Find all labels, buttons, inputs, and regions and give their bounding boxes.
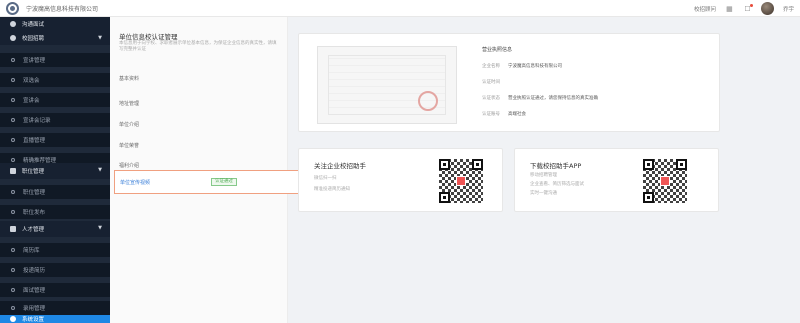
header-actions: 校招顾问 ▦ ☐ 乔宇 bbox=[694, 0, 794, 17]
grid-icon[interactable]: ▦ bbox=[725, 4, 734, 13]
nav-basic-info[interactable]: 基本资料 bbox=[119, 75, 139, 82]
bell-icon[interactable]: ☐ bbox=[743, 4, 753, 13]
user-name[interactable]: 乔宇 bbox=[783, 5, 794, 13]
sidebar-item-label: 职位管理 bbox=[22, 169, 45, 175]
nav-benefits[interactable]: 福利介绍 bbox=[119, 162, 139, 169]
chevron-down-icon: ▼ bbox=[98, 225, 102, 231]
sidebar-item-label: 职位发布 bbox=[23, 210, 46, 216]
qr-card-line: 实时一键沟通 bbox=[530, 191, 557, 196]
cert-row-account: 认证账号 高端社会 bbox=[482, 111, 526, 117]
sidebar-item-fair[interactable]: 双选会 bbox=[0, 73, 110, 87]
sidebar-item-settings[interactable]: 系统设置 bbox=[0, 315, 110, 323]
sidebar-item-talk[interactable]: 宣讲管理 bbox=[0, 53, 110, 67]
bullet-icon bbox=[11, 98, 15, 102]
certificate-card: 营业执照信息 企业名称 宁波魔高信息科技有限公司 认证时间 认证状态 营业执照认… bbox=[298, 33, 720, 132]
cert-row-time: 认证时间 bbox=[482, 79, 508, 85]
cert-label: 认证状态 bbox=[482, 96, 500, 101]
sidebar-item-resume-pool[interactable]: 简历库 bbox=[0, 243, 110, 257]
sidebar-item-label: 沟通面试 bbox=[22, 22, 45, 28]
company-name: 宁波魔高信息科技有限公司 bbox=[26, 6, 99, 13]
sidebar-item-label: 直播管理 bbox=[23, 138, 46, 144]
chevron-down-icon: ▼ bbox=[98, 167, 102, 173]
qr-code-icon bbox=[439, 159, 483, 203]
cert-info-title: 营业执照信息 bbox=[482, 47, 513, 53]
nav-honors[interactable]: 单位荣誉 bbox=[119, 142, 139, 149]
sidebar-item-seminar[interactable]: 宣讲会 bbox=[0, 93, 110, 107]
sidebar-item-label: 校园招聘 bbox=[22, 36, 45, 42]
chat-icon bbox=[10, 21, 16, 27]
bullet-icon bbox=[11, 306, 15, 310]
nav-company-intro[interactable]: 单位介绍 bbox=[119, 121, 139, 128]
sidebar-item-job-manage[interactable]: 职位管理 bbox=[0, 185, 110, 199]
sidebar-item-label: 职位管理 bbox=[23, 190, 46, 196]
qr-code-icon bbox=[643, 159, 687, 203]
sidebar-item-label: 简历库 bbox=[23, 248, 40, 254]
qr-card-title: 下载校招助手APP bbox=[530, 162, 582, 170]
company-logo-icon[interactable] bbox=[6, 2, 19, 15]
wechat-follow-card: 关注企业校招助手 微信扫一扫 精准投递简历通知 bbox=[298, 148, 503, 212]
sidebar-item-label: 录用管理 bbox=[23, 306, 46, 312]
panel-title: 单位信息校认证管理 bbox=[119, 33, 178, 41]
sidebar-item-label: 宣讲会 bbox=[23, 98, 40, 104]
advisor-link[interactable]: 校招顾问 bbox=[694, 5, 716, 13]
qr-card-line: 移动招聘管理 bbox=[530, 173, 557, 178]
sidebar-item-label: 人才管理 bbox=[22, 227, 45, 233]
sidebar-item-talent[interactable]: 人才管理 ▼ bbox=[0, 221, 110, 237]
qr-card-line: 企业查看、简历筛选与面试 bbox=[530, 182, 584, 187]
sidebar-item-seminar-record[interactable]: 宣讲会记录 bbox=[0, 113, 110, 127]
sidebar-item-jobs[interactable]: 职位管理 ▼ bbox=[0, 163, 110, 179]
sidebar-item-applications[interactable]: 投递简历 bbox=[0, 263, 110, 277]
qr-card-title: 关注企业校招助手 bbox=[314, 162, 366, 170]
cert-value: 营业执照认证通过，请您保持信息的真实准确 bbox=[508, 96, 598, 101]
sidebar-item-label: 面试管理 bbox=[23, 288, 46, 294]
briefcase-icon bbox=[10, 168, 16, 174]
sidebar-item-label: 投递简历 bbox=[23, 268, 46, 274]
bullet-icon bbox=[11, 210, 15, 214]
cert-value: 高端社会 bbox=[508, 112, 526, 117]
bullet-icon bbox=[11, 268, 15, 272]
sidebar-item-label: 宣讲会记录 bbox=[23, 118, 51, 124]
gear-icon bbox=[10, 316, 16, 322]
bullet-icon bbox=[11, 248, 15, 252]
sidebar-item-label: 系统设置 bbox=[22, 317, 45, 323]
sidebar-item-campus[interactable]: 校园招聘 ▼ bbox=[0, 31, 110, 45]
qr-card-line: 精准投递简历通知 bbox=[314, 187, 350, 192]
bullet-icon bbox=[11, 190, 15, 194]
cert-row-status: 认证状态 营业执照认证通过，请您保持信息的真实准确 bbox=[482, 95, 598, 101]
people-icon bbox=[10, 226, 16, 232]
status-badge: 认证通过 bbox=[211, 178, 237, 186]
cert-row-name: 企业名称 宁波魔高信息科技有限公司 bbox=[482, 63, 562, 69]
bullet-icon bbox=[11, 58, 15, 62]
seal-icon bbox=[418, 91, 438, 111]
campus-icon bbox=[10, 35, 16, 41]
sidebar-item-label: 宣讲管理 bbox=[23, 58, 46, 64]
qr-card-line: 微信扫一扫 bbox=[314, 176, 337, 181]
sidebar-item-interviews[interactable]: 面试管理 bbox=[0, 283, 110, 297]
nav-address[interactable]: 地址管理 bbox=[119, 100, 139, 107]
panel-description: 本信息用于向学校、求职者展示单位基本信息，为保证企业信息的真实性，请填写完整并认… bbox=[119, 41, 277, 52]
sidebar: 沟通面试 校园招聘 ▼ 宣讲管理 双选会 宣讲会 宣讲会记录 直播管理 精确推荐… bbox=[0, 17, 110, 323]
nav-promo-video[interactable]: 单位宣传视频 bbox=[120, 179, 150, 186]
certificate-image[interactable] bbox=[317, 46, 457, 124]
sidebar-item-interview[interactable]: 沟通面试 bbox=[0, 17, 110, 31]
cert-label: 认证时间 bbox=[482, 80, 500, 85]
bullet-icon bbox=[11, 118, 15, 122]
bullet-icon bbox=[11, 288, 15, 292]
bullet-icon bbox=[11, 138, 15, 142]
chevron-down-icon: ▼ bbox=[98, 35, 102, 41]
sidebar-item-hire[interactable]: 录用管理 bbox=[0, 301, 110, 315]
app-download-card: 下载校招助手APP 移动招聘管理 企业查看、简历筛选与面试 实时一键沟通 bbox=[514, 148, 719, 212]
cert-label: 企业名称 bbox=[482, 64, 500, 69]
top-header: 宁波魔高信息科技有限公司 校招顾问 ▦ ☐ 乔宇 bbox=[0, 0, 800, 17]
avatar[interactable] bbox=[760, 2, 774, 15]
cert-label: 认证账号 bbox=[482, 112, 500, 117]
cert-value: 宁波魔高信息科技有限公司 bbox=[508, 64, 562, 69]
bullet-icon bbox=[11, 158, 15, 162]
sidebar-item-job-publish[interactable]: 职位发布 bbox=[0, 205, 110, 219]
bullet-icon bbox=[11, 78, 15, 82]
sidebar-item-live[interactable]: 直播管理 bbox=[0, 133, 110, 147]
sidebar-item-label: 双选会 bbox=[23, 78, 40, 84]
